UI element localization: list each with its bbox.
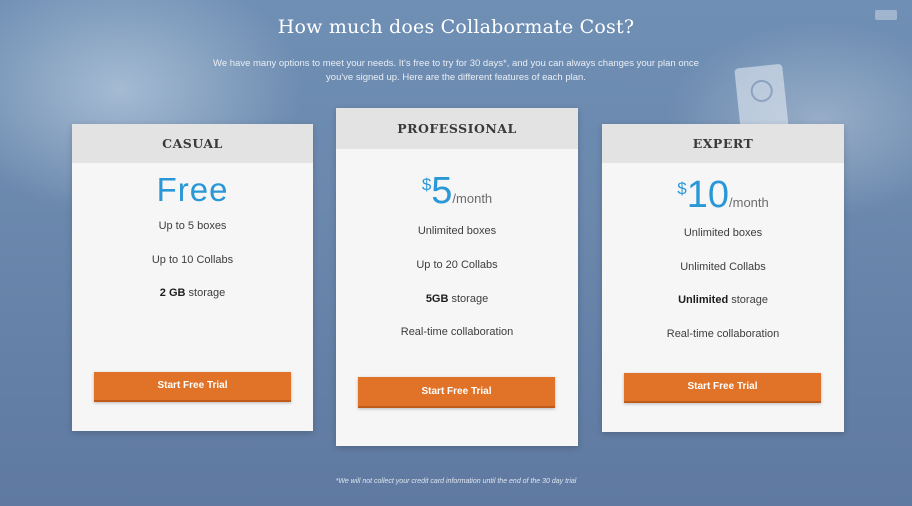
plan-price: $5/month (336, 171, 578, 213)
plan-price: Free (156, 171, 229, 208)
plan-price: $10/month (602, 175, 844, 217)
plan-feature-boxes: Unlimited boxes (683, 227, 763, 239)
plan-feature-boxes: Unlimited boxes (417, 225, 497, 237)
price-currency: $ (677, 179, 687, 198)
page-title: How much does Collabormate Cost? (277, 16, 635, 38)
plan-feature-collabs: Up to 10 Collabs (151, 254, 234, 266)
price-period: /month (729, 195, 769, 210)
plan-feature-storage: 2 GB storage (72, 287, 313, 299)
plan-name: CASUAL (72, 124, 313, 163)
plan-feature-collabs: Up to 20 Collabs (416, 259, 498, 271)
plan-card-expert: EXPERT $10/month Unlimited boxes Unlimit… (602, 124, 844, 432)
price-currency: $ (421, 175, 432, 194)
storage-label: storage (448, 293, 489, 305)
start-free-trial-button[interactable]: Start Free Trial (94, 372, 291, 402)
plan-card-casual: CASUAL Free Up to 5 boxes Up to 10 Colla… (72, 124, 313, 431)
storage-label: storage (185, 287, 226, 299)
page-subtitle: We have many options to meet your needs.… (213, 58, 699, 83)
plan-feature-collabs: Unlimited Collabs (680, 261, 766, 273)
plan-card-professional: PROFESSIONAL $5/month Unlimited boxes Up… (336, 108, 578, 446)
background-card-icon (749, 78, 774, 104)
plan-feature-collaboration: Real-time collaboration (666, 328, 780, 340)
start-free-trial-button[interactable]: Start Free Trial (358, 377, 555, 408)
plan-name: EXPERT (602, 124, 844, 163)
plan-feature-collaboration: Real-time collaboration (400, 326, 514, 338)
start-free-trial-button[interactable]: Start Free Trial (624, 373, 821, 403)
plan-name: PROFESSIONAL (336, 108, 578, 149)
price-amount: 5 (431, 170, 453, 212)
storage-amount: 5GB (425, 293, 449, 305)
storage-amount: 2 GB (159, 287, 186, 299)
trial-footnote: *We will not collect your credit card in… (335, 478, 577, 485)
price-period: /month (452, 191, 493, 206)
storage-label: storage (728, 294, 768, 306)
plan-feature-storage: 5GB storage (336, 293, 578, 305)
plan-feature-boxes: Up to 5 boxes (158, 220, 227, 232)
price-amount: 10 (686, 174, 729, 216)
storage-amount: Unlimited (678, 294, 729, 306)
plan-feature-storage: Unlimited storage (602, 294, 844, 306)
